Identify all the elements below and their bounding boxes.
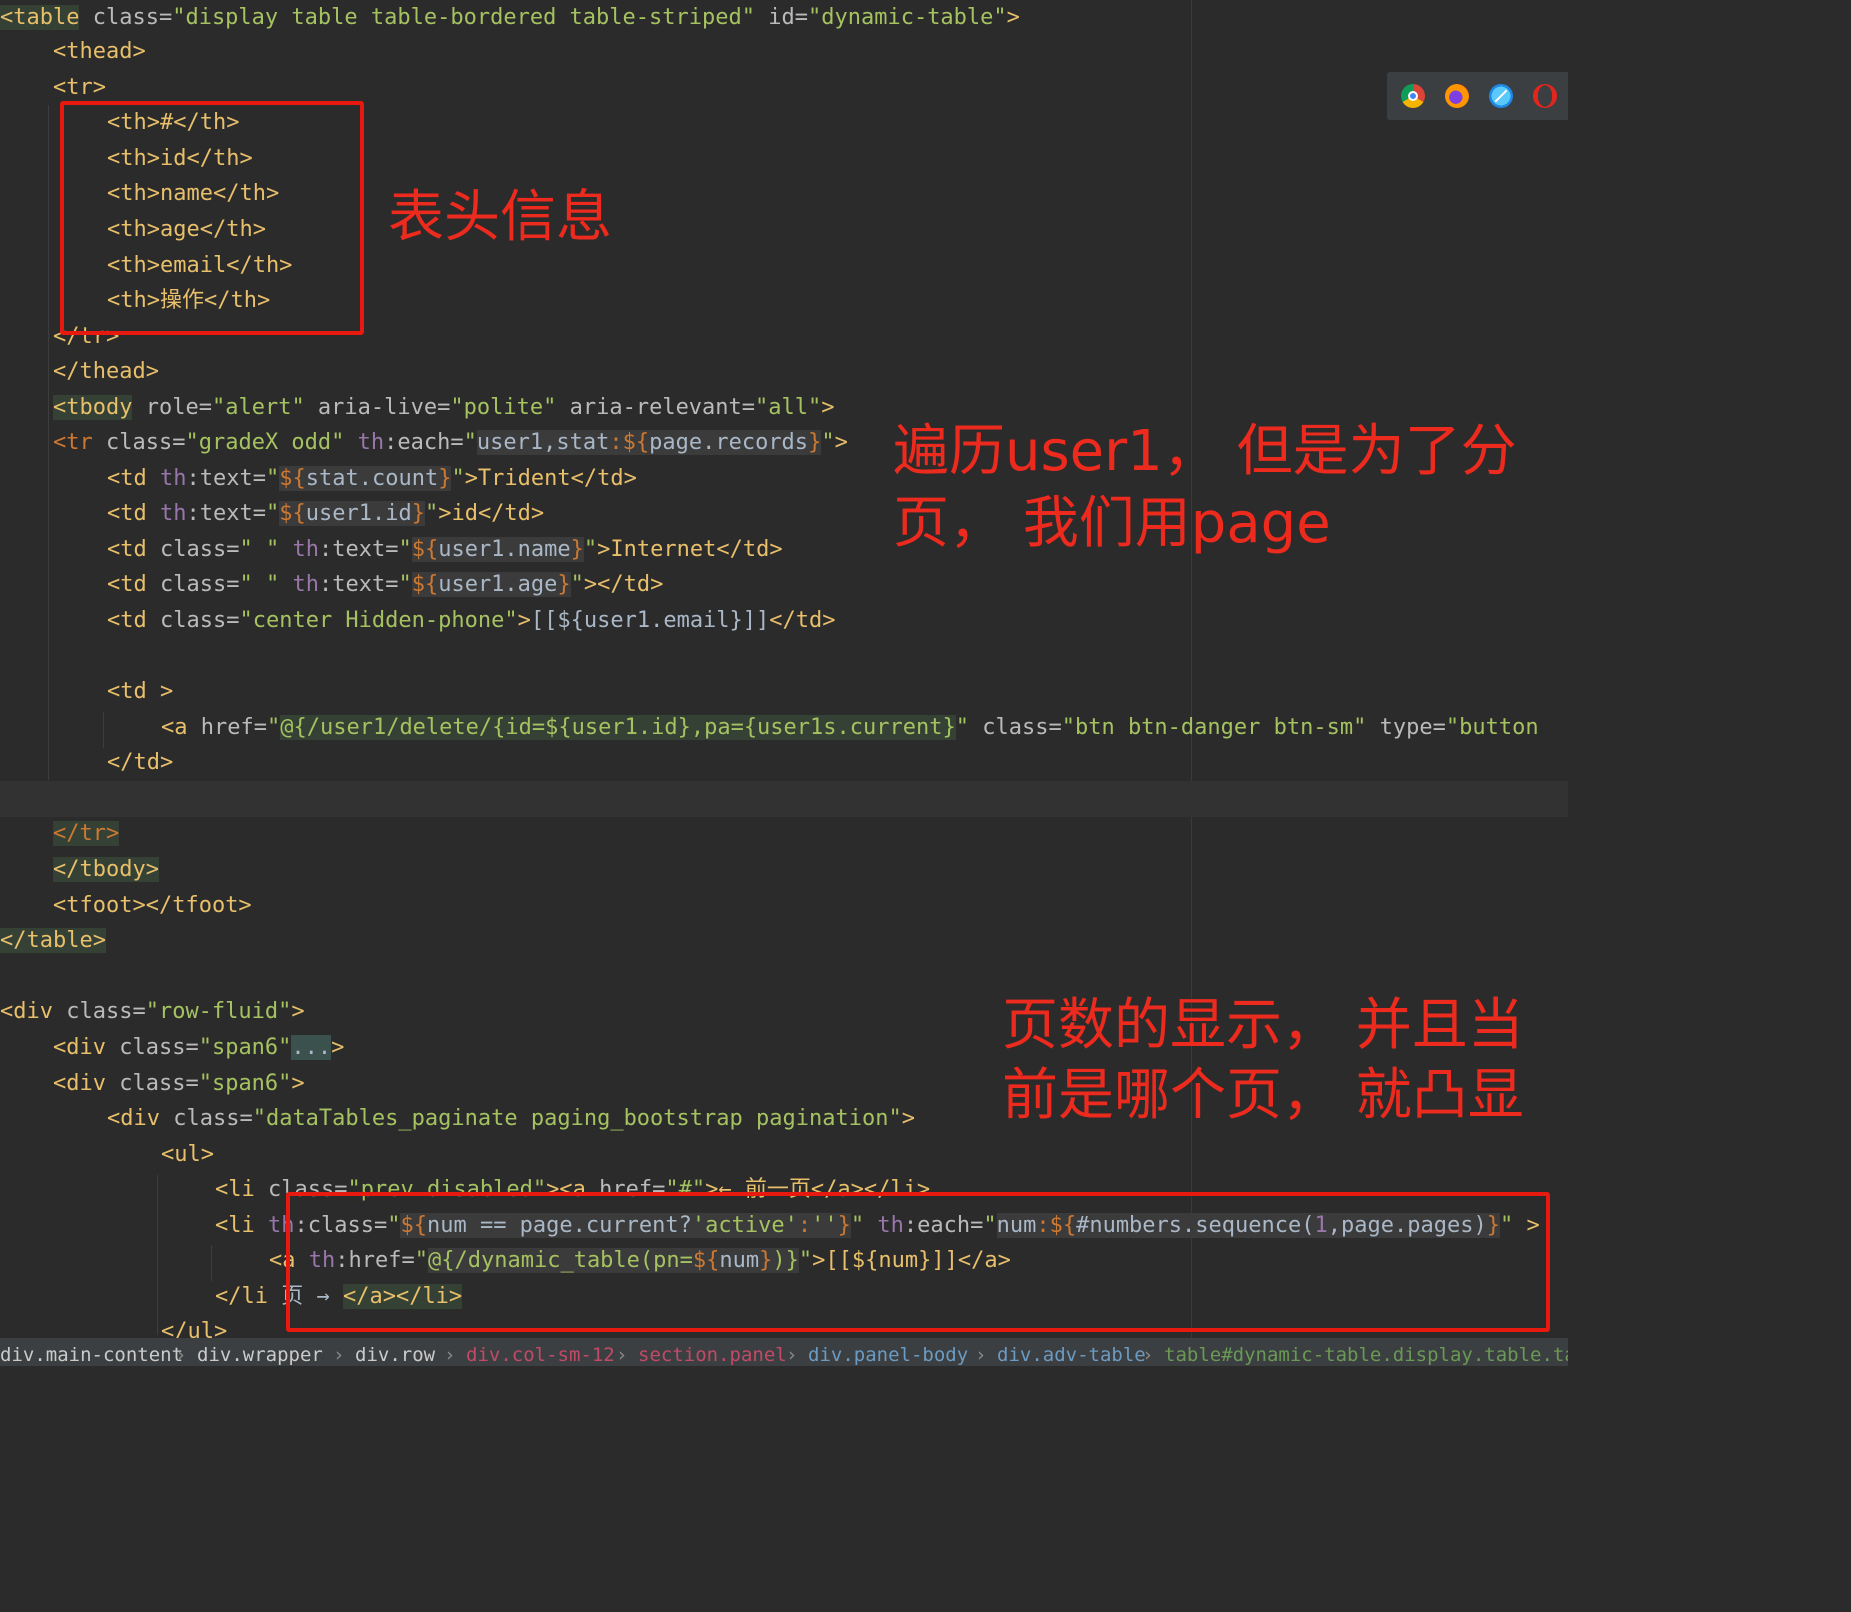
code-line[interactable]: <td th:text="${user1.id}">id</td>	[107, 496, 544, 531]
code-line[interactable]: <table class="display table table-border…	[0, 0, 1020, 35]
code-line[interactable]: <thead>	[53, 34, 146, 69]
code-line[interactable]: <div class="dataTables_paginate paging_b…	[107, 1101, 915, 1136]
code-line[interactable]: </tbody>	[53, 852, 159, 887]
breadcrumb-item[interactable]: section.panel	[638, 1338, 787, 1366]
code-line[interactable]: <tr class="gradeX odd" th:each="user1,st…	[53, 425, 848, 460]
code-line[interactable]: </thead>	[53, 354, 159, 389]
breadcrumb-separator-icon: ›	[444, 1344, 456, 1366]
annotation-pagination-line2: 前是哪个页， 就凸显	[1002, 1063, 1524, 1128]
breadcrumb-separator-icon: ›	[333, 1344, 345, 1366]
breadcrumb-item[interactable]: div.main-content	[0, 1338, 183, 1366]
breadcrumb-separator-icon: ›	[1142, 1344, 1154, 1366]
code-line[interactable]: <td class=" " th:text="${user1.age}"></t…	[107, 567, 663, 602]
code-line[interactable]: <td class=" " th:text="${user1.name}">In…	[107, 532, 783, 567]
breadcrumb-item[interactable]: div.row	[355, 1338, 435, 1366]
code-line[interactable]: <div class="row-fluid">	[0, 994, 305, 1029]
breadcrumb-item[interactable]: div.wrapper	[197, 1338, 323, 1366]
indent-guide	[157, 1175, 158, 1335]
indent-guide	[103, 712, 104, 748]
breadcrumb-separator-icon: ›	[975, 1344, 987, 1366]
code-line[interactable]: <td th:text="${stat.count}">Trident</td>	[107, 461, 637, 496]
firefox-icon[interactable]	[1445, 84, 1469, 108]
breadcrumb-item[interactable]: table#dynamic-table.display.table.table-…	[1164, 1338, 1568, 1366]
code-line[interactable]: </td>	[107, 745, 173, 780]
header-highlight-box	[60, 101, 364, 335]
pagination-highlight-box	[286, 1192, 1550, 1332]
code-line[interactable]: <tr>	[53, 70, 106, 105]
indent-guide	[211, 1245, 212, 1281]
indent-guide	[48, 105, 49, 780]
opera-icon[interactable]	[1533, 84, 1557, 108]
breadcrumb-separator-icon: ›	[786, 1344, 798, 1366]
current-line-highlight	[0, 781, 1568, 817]
chrome-icon[interactable]	[1401, 84, 1425, 108]
safari-icon[interactable]	[1489, 84, 1513, 108]
code-line[interactable]: <td >	[107, 674, 173, 709]
code-editor[interactable]: <table class="display table table-border…	[0, 0, 1568, 1338]
breadcrumb: div.main-content › div.wrapper › div.row…	[0, 1338, 1568, 1366]
breadcrumb-separator-icon: ›	[616, 1344, 628, 1366]
code-line[interactable]: <a href="@{/user1/delete/{id=${user1.id}…	[161, 710, 1539, 745]
annotation-iterate-line1: 遍历user1， 但是为了分	[893, 419, 1517, 484]
breadcrumb-item[interactable]: div.adv-table	[997, 1338, 1146, 1366]
breadcrumb-item[interactable]: div.panel-body	[808, 1338, 968, 1366]
folded-code[interactable]: ...	[291, 1035, 332, 1060]
code-line[interactable]: </table>	[0, 923, 106, 958]
code-line[interactable]: </ul>	[161, 1314, 227, 1338]
code-line[interactable]: <td class="center Hidden-phone">[[${user…	[107, 603, 836, 638]
annotation-iterate-line2: 页， 我们用page	[893, 491, 1331, 556]
breadcrumb-item[interactable]: div.col-sm-12	[466, 1338, 615, 1366]
right-margin-guide	[1191, 0, 1192, 1338]
code-line[interactable]: <div class="span6"...>	[53, 1030, 344, 1065]
browser-preview-bar	[1387, 72, 1568, 120]
code-line[interactable]: <ul>	[161, 1137, 214, 1172]
code-line[interactable]: <tbody role="alert" aria-live="polite" a…	[53, 390, 835, 425]
annotation-header-info: 表头信息	[388, 185, 612, 250]
code-line[interactable]: <tfoot></tfoot>	[53, 888, 252, 923]
code-line[interactable]: </tr>	[53, 816, 120, 851]
annotation-pagination-line1: 页数的显示， 并且当	[1002, 993, 1524, 1058]
code-line[interactable]: <div class="span6">	[53, 1066, 305, 1101]
breadcrumb-separator-icon: ›	[175, 1344, 187, 1366]
